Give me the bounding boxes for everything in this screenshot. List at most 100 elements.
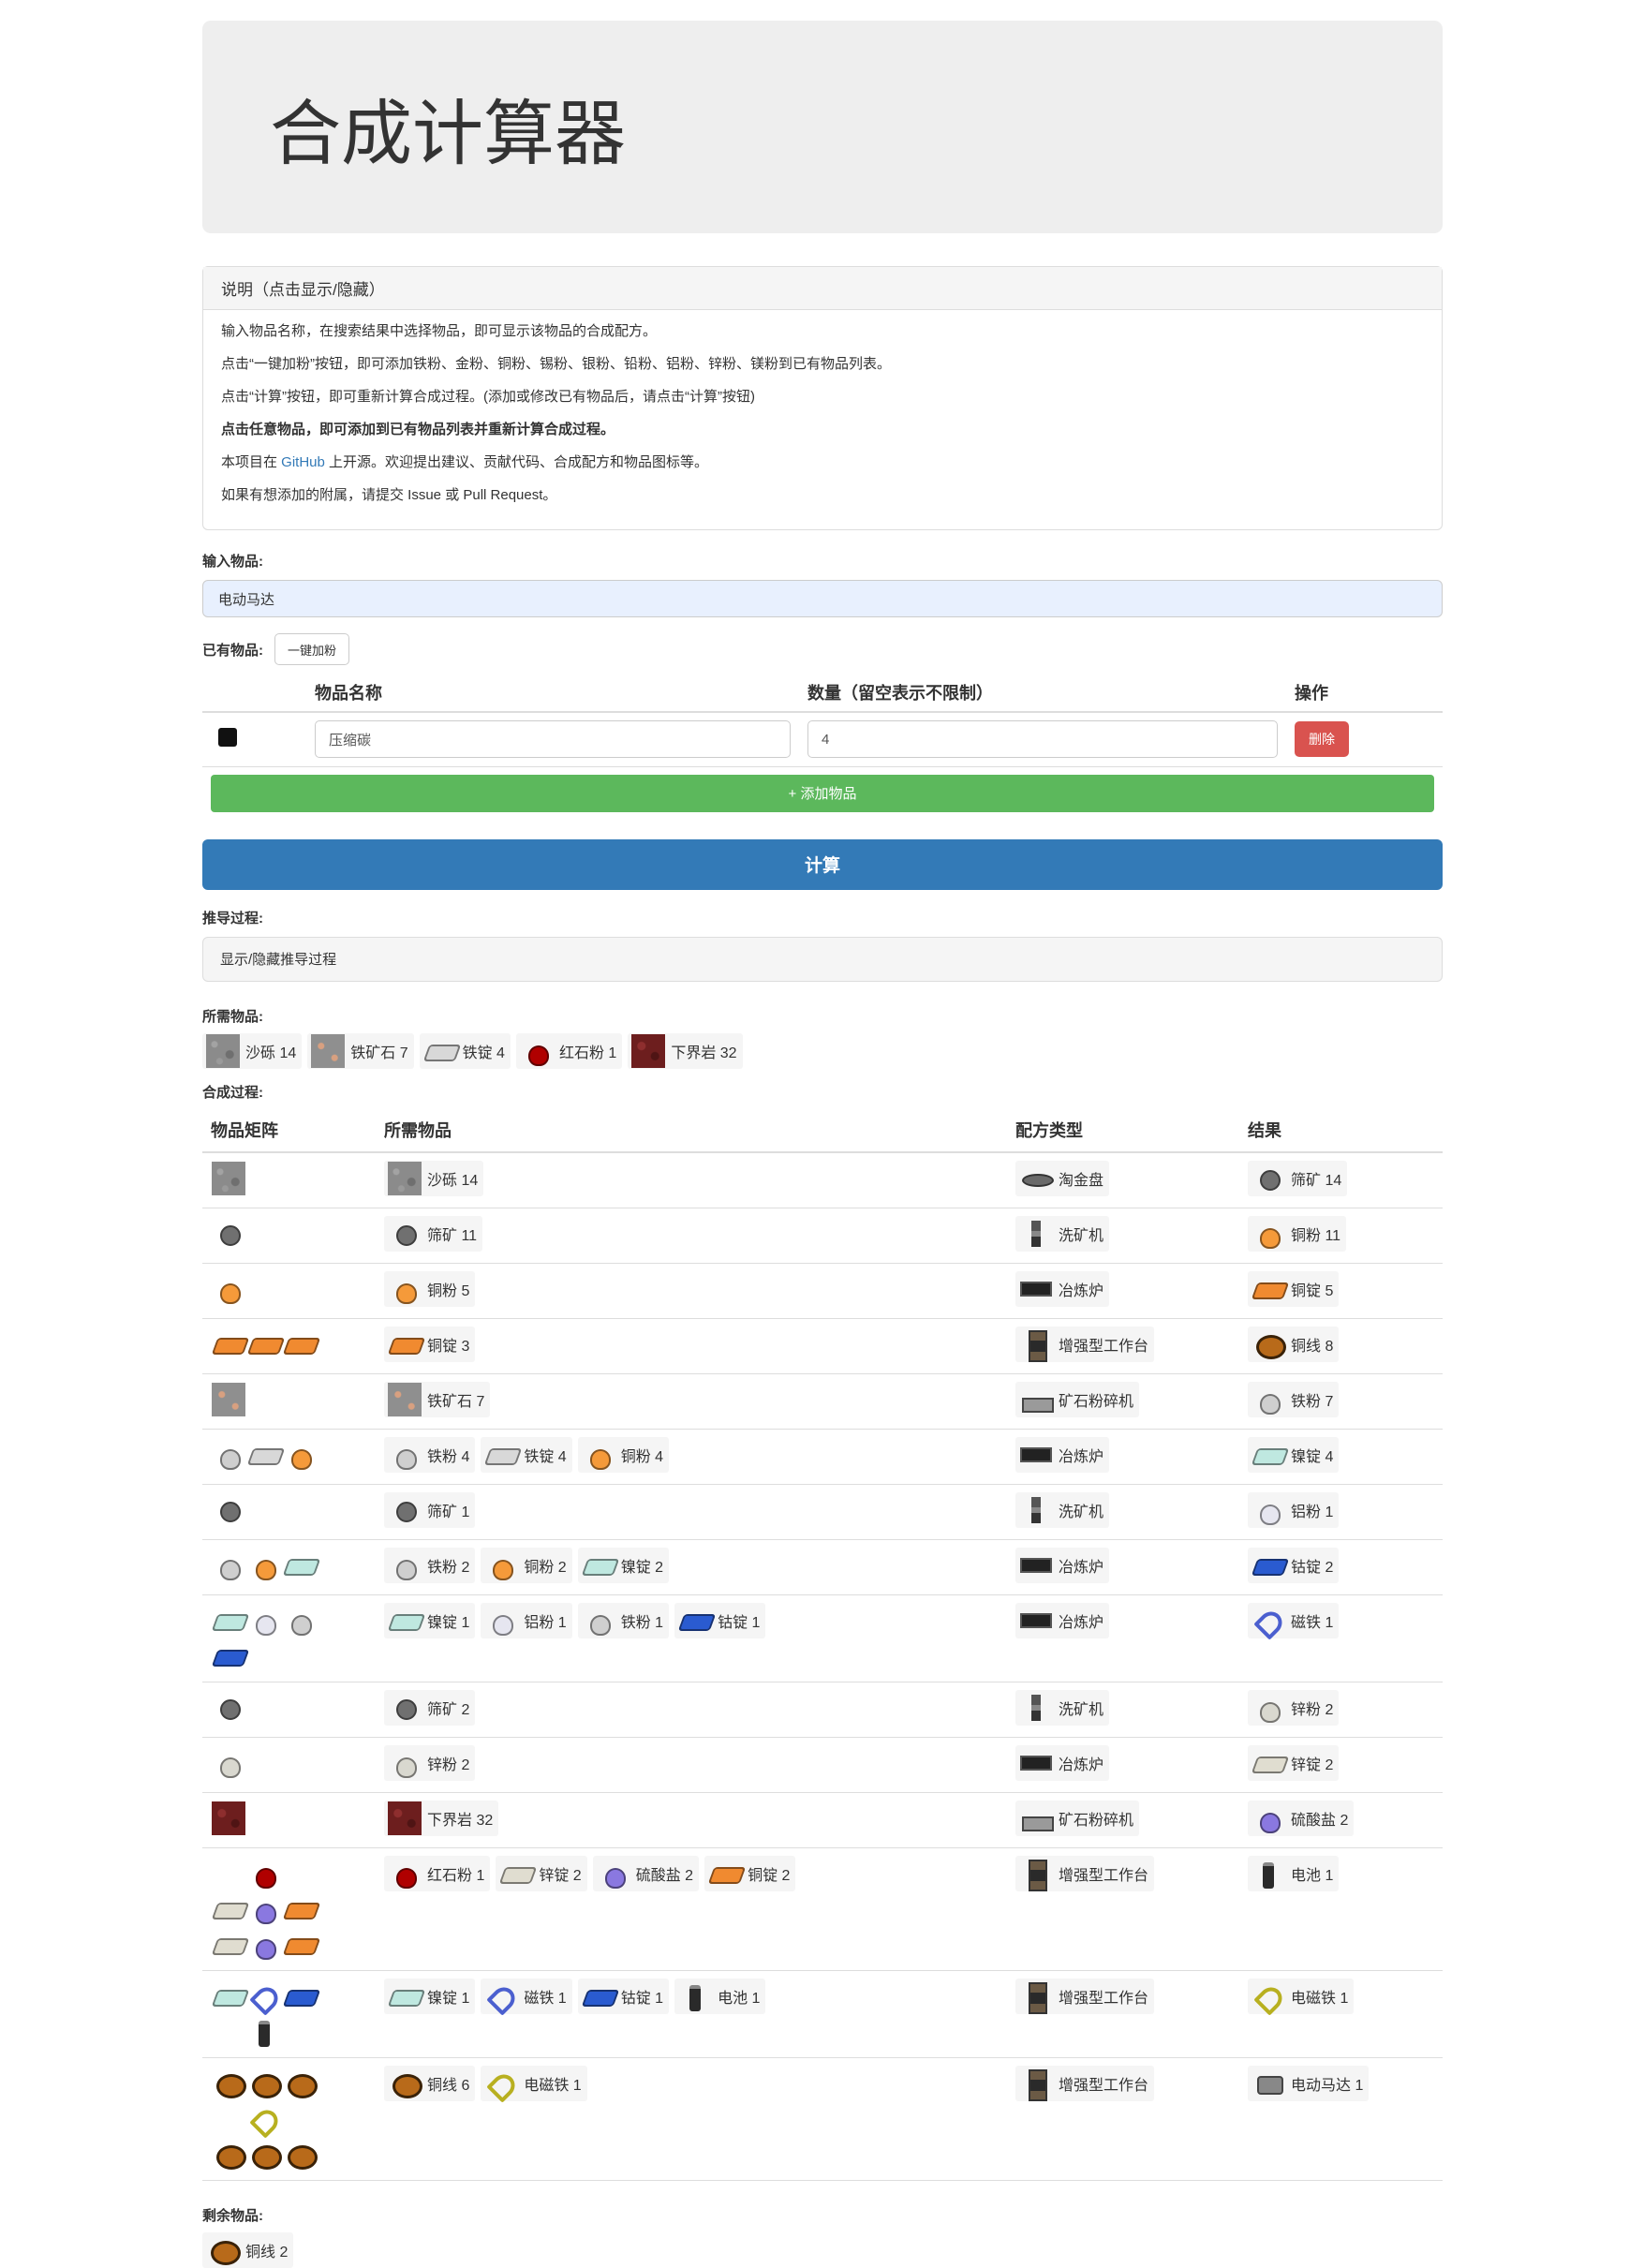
matrix-slot[interactable] <box>211 2137 246 2172</box>
recipe-type[interactable]: 洗矿机 <box>1015 1491 1110 1528</box>
required-item-chip[interactable]: 红石粉 1 <box>384 1855 491 1891</box>
required-item-chip[interactable]: 铜粉 4 <box>577 1436 670 1473</box>
required-item-chip[interactable]: 磁铁 1 <box>481 1978 572 2014</box>
needed-item-chip[interactable]: 铁锭 4 <box>419 1032 511 1069</box>
matrix-slot[interactable] <box>246 1603 282 1638</box>
recipe-type[interactable]: 冶炼炉 <box>1015 1436 1110 1473</box>
required-item-chip[interactable]: 铜粉 2 <box>481 1547 572 1583</box>
matrix-slot[interactable] <box>246 1979 282 2014</box>
result-chip[interactable]: 硫酸盐 2 <box>1248 1800 1355 1836</box>
required-item-chip[interactable]: 筛矿 2 <box>384 1689 476 1726</box>
add-item-button[interactable]: + 添加物品 <box>211 774 1434 812</box>
required-item-chip[interactable]: 镍锭 1 <box>384 1602 476 1638</box>
needed-item-chip[interactable]: 下界岩 32 <box>628 1032 743 1069</box>
recipe-type[interactable]: 增强型工作台 <box>1015 1978 1155 2014</box>
matrix-slot[interactable] <box>282 1927 318 1963</box>
required-item-chip[interactable]: 镍锭 2 <box>577 1547 670 1583</box>
matrix-slot[interactable] <box>282 2066 318 2101</box>
recipe-type[interactable]: 增强型工作台 <box>1015 1326 1155 1362</box>
matrix-slot[interactable] <box>246 1437 282 1473</box>
matrix-slot[interactable] <box>246 2066 282 2101</box>
result-chip[interactable]: 铁粉 7 <box>1248 1381 1340 1417</box>
matrix-slot[interactable] <box>211 1638 246 1674</box>
required-item-chip[interactable]: 硫酸盐 2 <box>592 1855 700 1891</box>
matrix-slot[interactable] <box>211 1979 246 2014</box>
required-item-chip[interactable]: 铜线 6 <box>384 2065 476 2101</box>
compute-button[interactable]: 计算 <box>202 838 1443 890</box>
matrix-slot[interactable] <box>246 1891 282 1927</box>
required-item-chip[interactable]: 铜锭 2 <box>704 1855 796 1891</box>
matrix-slot[interactable] <box>211 1382 246 1417</box>
result-chip[interactable]: 铜锭 5 <box>1248 1270 1340 1307</box>
required-item-chip[interactable]: 镍锭 1 <box>384 1978 476 2014</box>
matrix-slot[interactable] <box>282 1979 318 2014</box>
matrix-slot[interactable] <box>211 1801 246 1836</box>
matrix-slot[interactable] <box>211 1927 246 1963</box>
recipe-type[interactable]: 冶炼炉 <box>1015 1270 1110 1307</box>
delete-button[interactable]: 删除 <box>1295 721 1349 758</box>
owned-name-input[interactable] <box>315 720 791 759</box>
result-chip[interactable]: 锌粉 2 <box>1248 1689 1340 1726</box>
matrix-slot[interactable] <box>246 1327 282 1362</box>
result-chip[interactable]: 筛矿 14 <box>1248 1160 1348 1196</box>
matrix-slot[interactable] <box>282 1891 318 1927</box>
needed-item-chip[interactable]: 红石粉 1 <box>515 1032 623 1069</box>
matrix-slot[interactable] <box>282 1327 318 1362</box>
item-search-input[interactable] <box>202 580 1443 617</box>
required-item-chip[interactable]: 铁矿石 7 <box>384 1381 491 1417</box>
matrix-slot[interactable] <box>246 1927 282 1963</box>
result-chip[interactable]: 磁铁 1 <box>1248 1602 1340 1638</box>
result-chip[interactable]: 电磁铁 1 <box>1248 1978 1355 2014</box>
github-link[interactable]: GitHub <box>281 454 325 470</box>
required-item-chip[interactable]: 电池 1 <box>674 1978 766 2014</box>
result-chip[interactable]: 铜粉 11 <box>1248 1215 1347 1252</box>
instructions-toggle[interactable]: 说明（点击显示/隐藏） <box>203 267 1442 310</box>
matrix-slot[interactable] <box>246 2014 282 2050</box>
needed-item-chip[interactable]: 沙砾 14 <box>202 1032 303 1069</box>
required-item-chip[interactable]: 铜粉 5 <box>384 1270 476 1307</box>
needed-item-chip[interactable]: 铁矿石 7 <box>307 1032 414 1069</box>
matrix-slot[interactable] <box>211 1891 246 1927</box>
recipe-type[interactable]: 淘金盘 <box>1015 1160 1110 1196</box>
recipe-type[interactable]: 冶炼炉 <box>1015 1744 1110 1781</box>
recipe-type[interactable]: 洗矿机 <box>1015 1215 1110 1252</box>
matrix-slot[interactable] <box>282 2137 318 2172</box>
matrix-slot[interactable] <box>246 2137 282 2172</box>
matrix-slot[interactable] <box>211 1216 246 1252</box>
required-item-chip[interactable]: 筛矿 11 <box>384 1215 483 1252</box>
result-chip[interactable]: 电池 1 <box>1248 1855 1340 1891</box>
required-item-chip[interactable]: 电磁铁 1 <box>481 2065 587 2101</box>
matrix-slot[interactable] <box>211 1492 246 1528</box>
matrix-slot[interactable] <box>246 1548 282 1583</box>
matrix-slot[interactable] <box>211 1327 246 1362</box>
required-item-chip[interactable]: 铁粉 1 <box>577 1602 670 1638</box>
add-dust-button[interactable]: 一键加粉 <box>274 633 350 665</box>
required-item-chip[interactable]: 铁锭 4 <box>481 1436 572 1473</box>
recipe-type[interactable]: 洗矿机 <box>1015 1689 1110 1726</box>
matrix-slot[interactable] <box>211 1437 246 1473</box>
required-item-chip[interactable]: 铝粉 1 <box>481 1602 572 1638</box>
recipe-type[interactable]: 冶炼炉 <box>1015 1602 1110 1638</box>
result-chip[interactable]: 锌锭 2 <box>1248 1744 1340 1781</box>
required-item-chip[interactable]: 锌粉 2 <box>384 1744 476 1781</box>
recipe-type[interactable]: 矿石粉碎机 <box>1015 1381 1140 1417</box>
result-chip[interactable]: 钴锭 2 <box>1248 1547 1340 1583</box>
recipe-type[interactable]: 冶炼炉 <box>1015 1547 1110 1583</box>
result-chip[interactable]: 铜线 8 <box>1248 1326 1340 1362</box>
result-chip[interactable]: 电动马达 1 <box>1248 2065 1370 2101</box>
required-item-chip[interactable]: 钴锭 1 <box>674 1602 766 1638</box>
matrix-slot[interactable] <box>211 2066 246 2101</box>
required-item-chip[interactable]: 铁粉 4 <box>384 1436 476 1473</box>
required-item-chip[interactable]: 铁粉 2 <box>384 1547 476 1583</box>
derive-toggle[interactable]: 显示/隐藏推导过程 <box>202 936 1443 982</box>
matrix-slot[interactable] <box>282 1437 318 1473</box>
required-item-chip[interactable]: 钴锭 1 <box>577 1978 670 2014</box>
required-item-chip[interactable]: 下界岩 32 <box>384 1800 499 1836</box>
matrix-slot[interactable] <box>282 1603 318 1638</box>
recipe-type[interactable]: 增强型工作台 <box>1015 1855 1155 1891</box>
required-item-chip[interactable]: 筛矿 1 <box>384 1491 476 1528</box>
result-chip[interactable]: 镍锭 4 <box>1248 1436 1340 1473</box>
required-item-chip[interactable]: 沙砾 14 <box>384 1160 484 1196</box>
matrix-slot[interactable] <box>211 1161 246 1196</box>
matrix-slot[interactable] <box>211 1690 246 1726</box>
